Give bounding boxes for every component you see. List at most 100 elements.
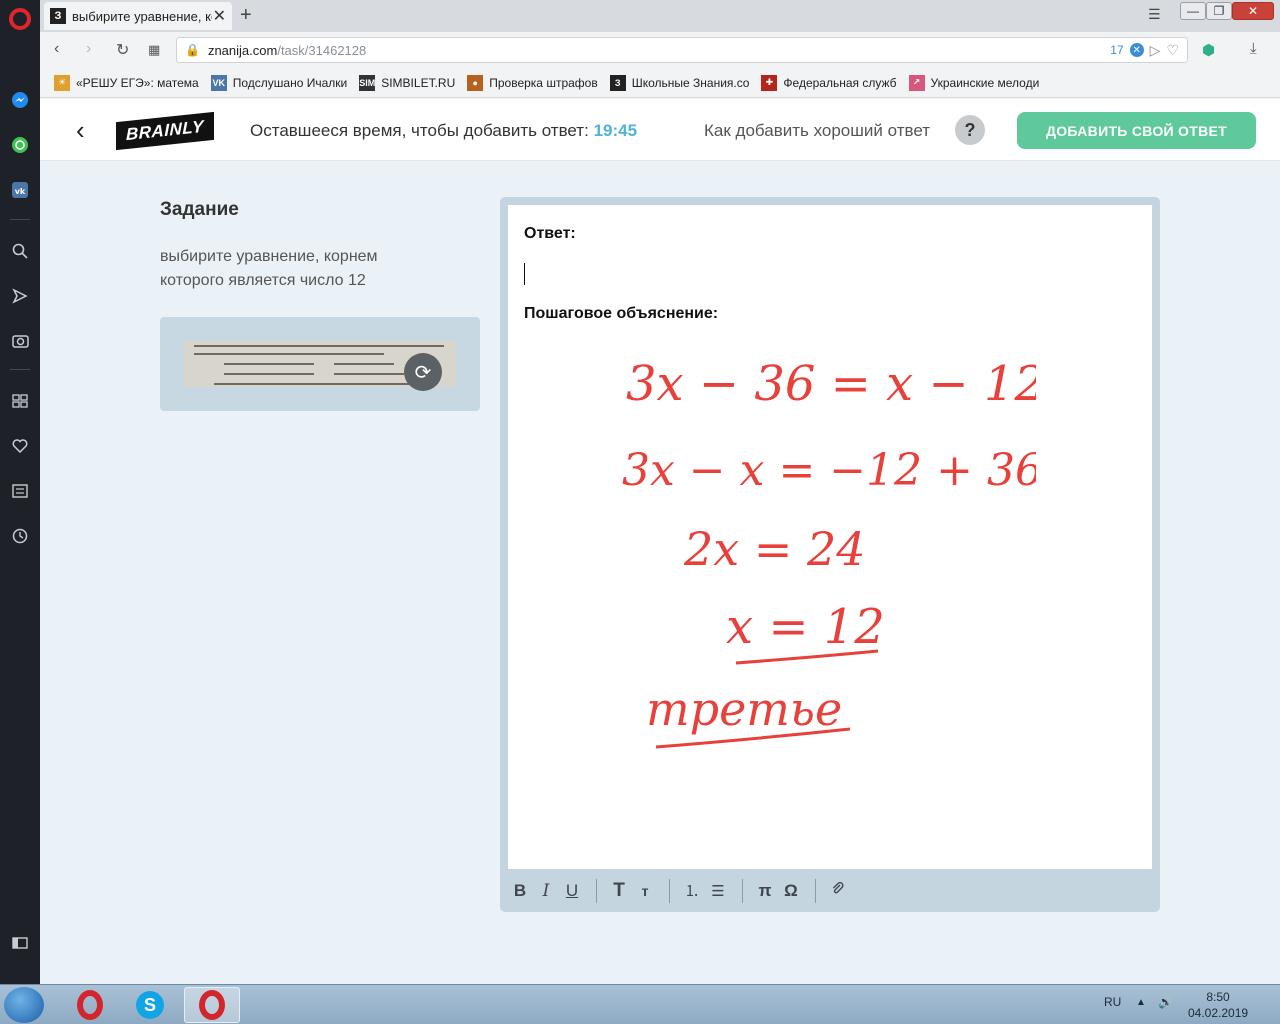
task-title: Задание bbox=[160, 199, 239, 220]
skype-taskbar-app[interactable]: S bbox=[122, 987, 178, 1023]
tab-title: выбирите уравнение, кор bbox=[72, 8, 212, 24]
language-indicator[interactable]: RU bbox=[1104, 995, 1121, 1009]
messenger-icon[interactable] bbox=[9, 89, 31, 111]
timer-text: Оставшееся время, чтобы добавить ответ: … bbox=[250, 121, 637, 141]
bookmark-heart-icon[interactable]: ♡ bbox=[1166, 42, 1179, 59]
bookmark-item[interactable]: ↗ Украинские мелоди bbox=[908, 74, 1040, 91]
numbered-list-icon[interactable]: ⒈ bbox=[684, 880, 700, 901]
active-tab[interactable]: З выбирите уравнение, кор ✕ bbox=[44, 2, 232, 30]
tab-close-icon[interactable]: ✕ bbox=[213, 6, 226, 26]
opera-sidebar: vk bbox=[0, 0, 40, 984]
howto-link[interactable]: Как добавить хороший ответ bbox=[704, 121, 930, 141]
minimize-button[interactable]: — bbox=[1180, 2, 1206, 20]
bookmark-item[interactable]: VK Подслушано Ичалки bbox=[210, 74, 347, 91]
task-attachment[interactable]: ⟳ bbox=[160, 317, 480, 411]
tabs-grid-icon[interactable]: ▦ bbox=[148, 42, 160, 58]
url-actions: 17 ✕ ▷ ♡ bbox=[1110, 42, 1179, 59]
answer-editor[interactable]: Ответ: Пошаговое объяснение: 3x − 36 = x… bbox=[508, 205, 1152, 869]
download-icon[interactable]: ⤓ bbox=[1250, 40, 1257, 57]
ext-badge-count: 17 bbox=[1110, 43, 1124, 57]
znanija-icon: З bbox=[609, 74, 626, 91]
share-icon[interactable]: ▷ bbox=[1150, 42, 1161, 59]
emblem-icon: ● bbox=[467, 74, 484, 91]
send-icon[interactable] bbox=[9, 285, 31, 307]
close-window-button[interactable]: ✕ bbox=[1232, 2, 1274, 20]
clock-date: 04.02.2019 bbox=[1188, 1006, 1249, 1020]
explanation-label: Пошаговое объяснение: bbox=[524, 305, 719, 322]
bold-button[interactable]: B bbox=[512, 881, 528, 901]
bookmark-item[interactable]: SIM SIMBILET.RU bbox=[359, 74, 456, 91]
omega-symbol-button[interactable]: Ω bbox=[783, 881, 799, 901]
italic-button[interactable]: I bbox=[538, 881, 554, 901]
bookmark-label: Федеральная служб bbox=[783, 75, 897, 90]
back-arrow-icon[interactable]: ‹ bbox=[76, 115, 85, 146]
heading-small-button[interactable]: т bbox=[637, 883, 653, 899]
bullet-list-icon[interactable]: ☰ bbox=[710, 882, 726, 900]
toolbar-divider bbox=[596, 878, 597, 903]
main-content: Задание выбирите уравнение, корнем котор… bbox=[40, 161, 1280, 984]
bookmark-item[interactable]: З Школьные Знания.co bbox=[609, 74, 750, 91]
svg-text:vk: vk bbox=[15, 187, 26, 196]
sidebar-divider bbox=[10, 369, 30, 370]
bookmark-label: «РЕШУ ЕГЭ»: матема bbox=[76, 75, 199, 90]
add-answer-button[interactable]: ДОБАВИТЬ СВОЙ ОТВЕТ bbox=[1017, 112, 1256, 149]
sun-icon: ☀ bbox=[54, 74, 70, 91]
maximize-button[interactable]: ❐ bbox=[1206, 2, 1232, 20]
opera-taskbar-app[interactable] bbox=[62, 987, 118, 1023]
skype-icon: S bbox=[136, 991, 164, 1019]
sidebar-divider bbox=[10, 219, 30, 220]
news-icon[interactable] bbox=[9, 480, 31, 502]
sim-icon: SIM bbox=[359, 74, 375, 91]
forward-icon[interactable]: › bbox=[86, 40, 91, 58]
extension-icon[interactable]: ⬢ bbox=[1202, 41, 1215, 59]
tray-arrow-icon[interactable]: ▲ bbox=[1136, 997, 1146, 1008]
bookmark-item[interactable]: ✚ Федеральная служб bbox=[761, 74, 897, 91]
tab-bar: З выбирите уравнение, кор ✕ + ☰ — ❐ ✕ bbox=[40, 0, 1280, 32]
new-tab-icon[interactable]: + bbox=[240, 4, 252, 27]
help-question-icon[interactable]: ? bbox=[955, 115, 985, 145]
brainly-logo[interactable]: BRAINLY bbox=[116, 111, 214, 151]
start-button[interactable] bbox=[4, 987, 44, 1023]
address-bar: ‹ › ↻ ▦ 🔒 znanija.com/task/31462128 17 ✕… bbox=[40, 32, 1280, 68]
camera-icon[interactable] bbox=[9, 329, 31, 351]
editor-toolbar: B I U T т ⒈ ☰ π Ω bbox=[500, 869, 1160, 912]
cross-icon: ✚ bbox=[761, 74, 778, 91]
opera-logo-icon[interactable] bbox=[9, 8, 31, 30]
bookmark-item[interactable]: ☀ «РЕШУ ЕГЭ»: матема bbox=[54, 74, 199, 91]
bookmark-label: Украинские мелоди bbox=[930, 75, 1040, 90]
opera-icon bbox=[77, 990, 103, 1020]
hw-line-3: 2x = 24 bbox=[683, 522, 866, 576]
pi-symbol-button[interactable]: π bbox=[757, 881, 773, 901]
bookmark-label: Школьные Знания.co bbox=[631, 75, 750, 90]
toolbar-divider bbox=[815, 878, 816, 903]
tab-menu-icon[interactable]: ☰ bbox=[1148, 6, 1161, 23]
reload-icon[interactable]: ↻ bbox=[116, 40, 129, 60]
history-icon[interactable] bbox=[9, 525, 31, 547]
windows-taskbar: S RU ▲ 🔊 8:50 04.02.2019 bbox=[0, 984, 1280, 1024]
underline-button[interactable]: U bbox=[564, 881, 580, 901]
rotate-icon[interactable]: ⟳ bbox=[404, 353, 442, 391]
heart-icon[interactable] bbox=[9, 435, 31, 457]
clock-time: 8:50 bbox=[1206, 990, 1230, 1004]
ext-badge-icon[interactable]: ✕ bbox=[1129, 43, 1144, 57]
hw-line-5: третье bbox=[646, 682, 842, 736]
bookmark-item[interactable]: ● Проверка штрафов bbox=[467, 74, 598, 91]
sidebar-toggle-icon[interactable] bbox=[9, 932, 31, 954]
attach-icon[interactable] bbox=[830, 881, 846, 901]
lock-icon: 🔒 bbox=[185, 43, 200, 57]
vk-icon[interactable]: vk bbox=[9, 179, 31, 201]
system-clock[interactable]: 8:50 04.02.2019 bbox=[1188, 989, 1248, 1021]
back-icon[interactable]: ‹ bbox=[54, 40, 59, 58]
search-icon[interactable] bbox=[9, 240, 31, 262]
volume-icon[interactable]: 🔊 bbox=[1158, 995, 1173, 1009]
vk-icon: VK bbox=[210, 74, 227, 91]
timer-label: Оставшееся время, чтобы добавить ответ: bbox=[250, 121, 589, 140]
speed-dial-icon[interactable] bbox=[9, 390, 31, 412]
bookmark-label: SIMBILET.RU bbox=[381, 75, 456, 90]
url-input[interactable]: 🔒 znanija.com/task/31462128 17 ✕ ▷ ♡ bbox=[176, 37, 1188, 63]
znanija-favicon-icon: З bbox=[50, 8, 66, 24]
text-caret bbox=[524, 263, 525, 285]
opera-active-taskbar-app[interactable] bbox=[184, 987, 240, 1023]
whatsapp-icon[interactable] bbox=[9, 134, 31, 156]
heading-large-button[interactable]: T bbox=[611, 880, 627, 902]
